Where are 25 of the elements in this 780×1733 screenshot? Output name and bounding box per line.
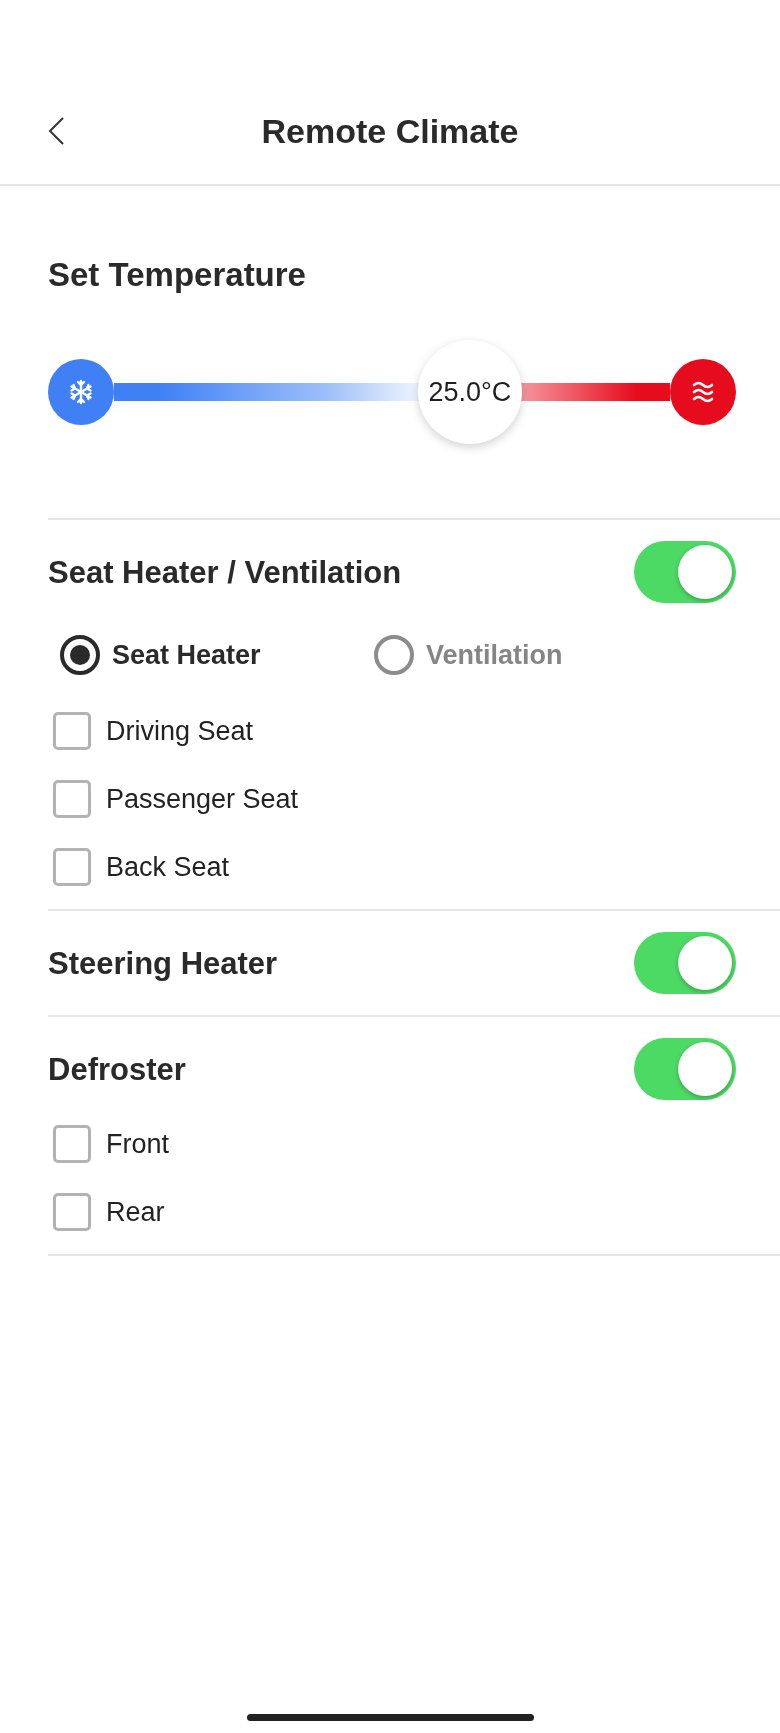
checkbox-label: Back Seat bbox=[106, 851, 230, 883]
temperature-slider-track[interactable]: 25.0°C bbox=[114, 340, 670, 444]
radio-label: Seat Heater bbox=[112, 639, 261, 671]
checkbox-label: Front bbox=[106, 1128, 170, 1160]
screen-title: Remote Climate bbox=[261, 111, 519, 151]
temperature-slider-thumb[interactable]: 25.0°C bbox=[417, 340, 522, 444]
radio-button[interactable] bbox=[60, 635, 100, 675]
snowflake-icon bbox=[48, 359, 114, 425]
section-title: Defroster bbox=[48, 1050, 186, 1088]
checkbox[interactable] bbox=[53, 1193, 91, 1231]
section-title: Steering Heater bbox=[48, 944, 278, 982]
checkbox[interactable] bbox=[53, 848, 91, 886]
checkbox-label: Passenger Seat bbox=[106, 783, 299, 815]
section-title: Set Temperature bbox=[48, 256, 306, 294]
checkbox[interactable] bbox=[53, 712, 91, 750]
radio-button[interactable] bbox=[374, 635, 414, 675]
checkbox[interactable] bbox=[53, 780, 91, 818]
radio-label: Ventilation bbox=[426, 639, 563, 671]
checkbox-label: Driving Seat bbox=[106, 715, 254, 747]
chevron-left-icon bbox=[48, 117, 64, 145]
temperature-reading: 25.0°C bbox=[428, 376, 512, 408]
checkbox-label: Rear bbox=[106, 1196, 165, 1228]
heat-waves-icon bbox=[670, 359, 736, 425]
section-title: Seat Heater / Ventilation bbox=[48, 553, 402, 591]
checkbox[interactable] bbox=[53, 1125, 91, 1163]
